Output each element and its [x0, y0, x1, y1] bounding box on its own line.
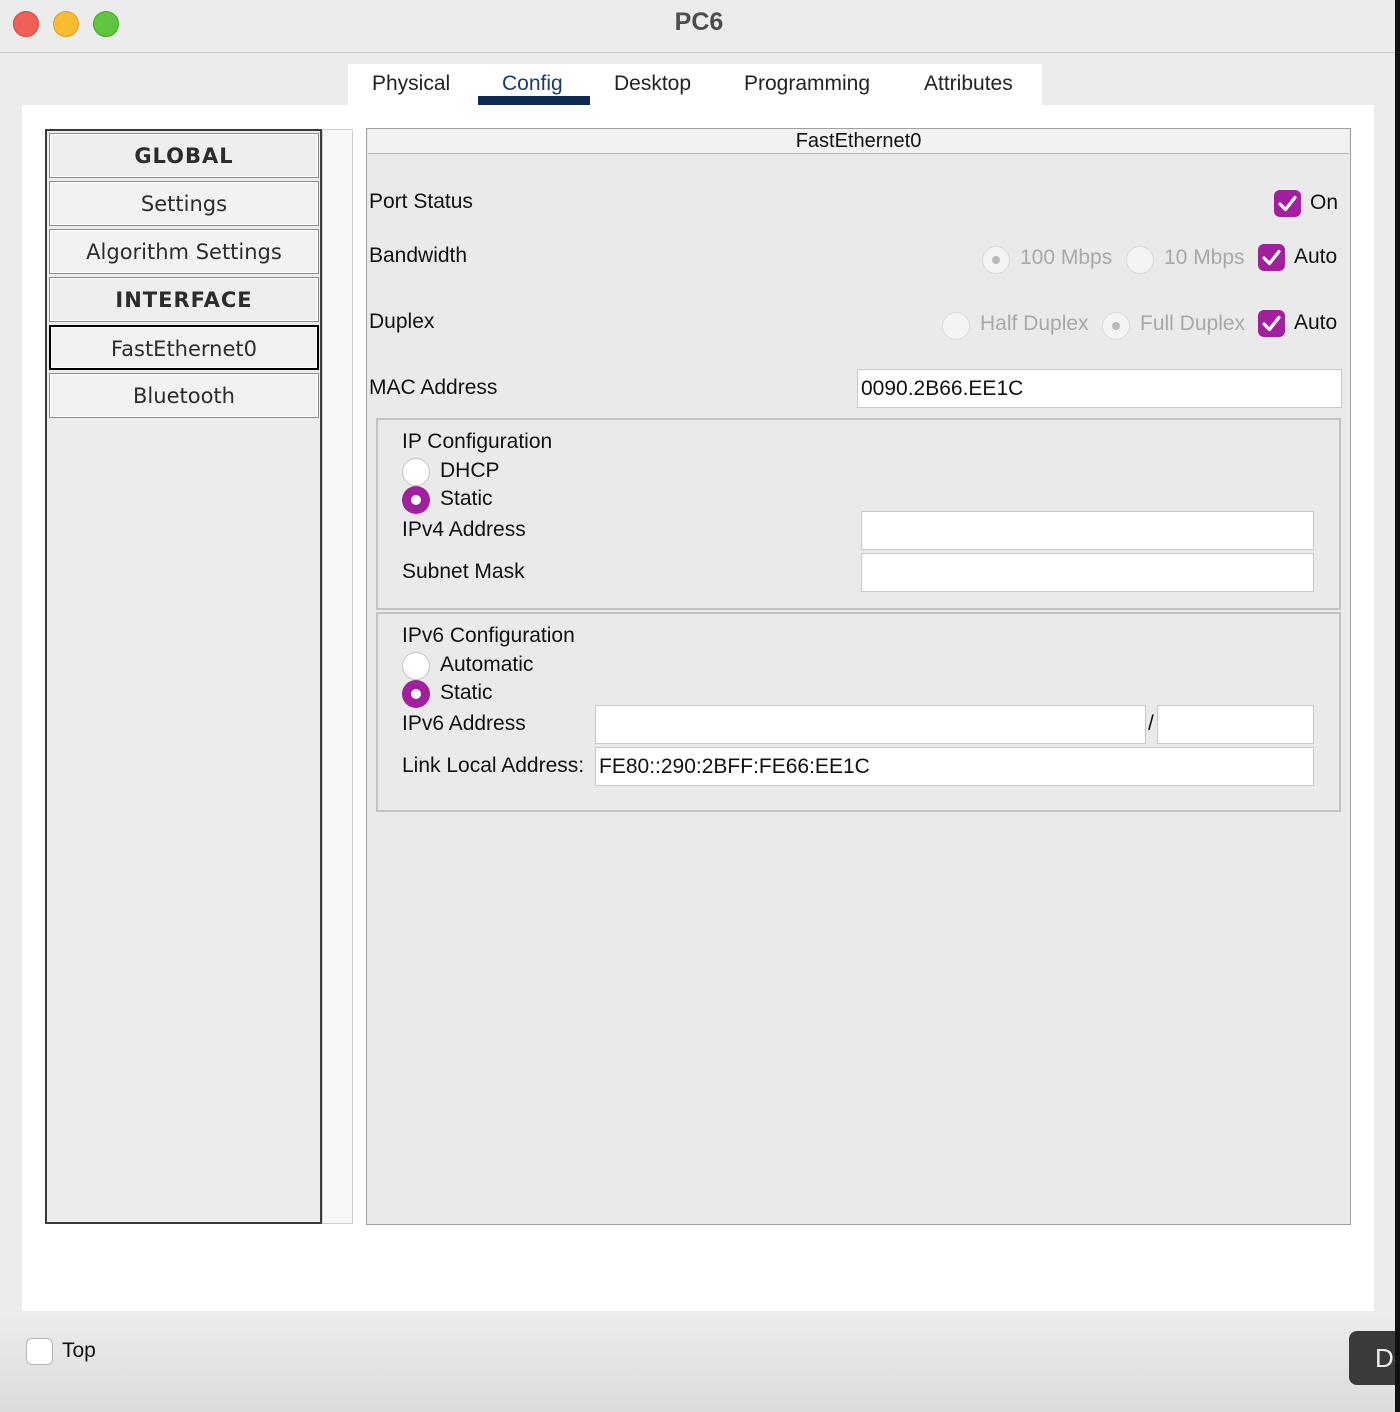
port-status-checkbox[interactable] [1274, 190, 1301, 217]
dhcp-label: DHCP [440, 459, 500, 482]
mac-address-field[interactable]: 0090.2B66.EE1C [857, 369, 1342, 408]
tab-attributes[interactable]: Attributes [924, 72, 1013, 96]
tab-programming[interactable]: Programming [744, 72, 870, 96]
ipv4-address-input[interactable] [861, 511, 1314, 550]
sidebar-scrollbar[interactable] [322, 129, 353, 1224]
bandwidth-10-label: 10 Mbps [1164, 246, 1245, 269]
ipv6-address-input[interactable] [595, 705, 1146, 744]
port-status-on-label: On [1310, 191, 1339, 214]
ipv6-prefix-separator: / [1148, 712, 1154, 735]
ipv4-address-label: IPv4 Address [402, 518, 526, 541]
duplex-label: Duplex [369, 310, 435, 333]
ipv6-prefix-input[interactable] [1157, 705, 1314, 744]
half-duplex-radio[interactable] [942, 312, 970, 340]
full-duplex-label: Full Duplex [1140, 312, 1246, 335]
ipv6-static-label: Static [440, 681, 493, 704]
link-local-address-label: Link Local Address: [402, 754, 585, 777]
checkmark-icon [1262, 315, 1281, 332]
active-tab-indicator [478, 96, 590, 105]
ipv4-static-label: Static [440, 487, 493, 510]
ip-configuration-title: IP Configuration [402, 430, 553, 453]
duplex-auto-label: Auto [1294, 311, 1338, 334]
ipv4-static-radio[interactable] [402, 486, 430, 514]
bandwidth-10-radio[interactable] [1126, 246, 1154, 274]
bottom-bar [0, 1312, 1398, 1412]
link-local-address-field[interactable]: FE80::290:2BFF:FE66:EE1C [595, 747, 1314, 786]
mac-address-label: MAC Address [369, 376, 498, 399]
dock-button[interactable]: De [1349, 1331, 1400, 1385]
port-status-label: Port Status [369, 190, 473, 213]
subnet-mask-label: Subnet Mask [402, 560, 525, 583]
tab-config[interactable]: Config [502, 72, 563, 96]
top-checkbox[interactable] [26, 1338, 53, 1365]
full-duplex-radio[interactable] [1102, 312, 1130, 340]
top-label: Top [62, 1339, 96, 1362]
ipv6-configuration-title: IPv6 Configuration [402, 624, 575, 647]
sidebar-item-bluetooth[interactable]: Bluetooth [49, 373, 319, 418]
ipv6-address-label: IPv6 Address [402, 712, 526, 735]
sidebar-item-fastethernet0[interactable]: FastEthernet0 [49, 325, 319, 370]
sidebar-header-interface: INTERFACE [49, 277, 319, 322]
ipv6-static-radio[interactable] [402, 680, 430, 708]
window-title: PC6 [674, 8, 724, 36]
sidebar-item-settings[interactable]: Settings [49, 181, 319, 226]
half-duplex-label: Half Duplex [980, 312, 1089, 335]
dhcp-radio[interactable] [402, 458, 430, 486]
duplex-auto-checkbox[interactable] [1258, 310, 1285, 337]
checkmark-icon [1278, 195, 1297, 212]
sidebar-header-global: GLOBAL [49, 133, 319, 178]
checkmark-icon [1262, 249, 1281, 266]
sidebar: GLOBAL Settings Algorithm Settings INTER… [45, 129, 322, 1224]
tab-strip: Physical Config Desktop Programming Attr… [348, 64, 1042, 106]
bandwidth-label: Bandwidth [369, 244, 468, 267]
ipv6-automatic-radio[interactable] [402, 652, 430, 680]
bandwidth-100-radio[interactable] [982, 246, 1010, 274]
tab-desktop[interactable]: Desktop [614, 72, 691, 96]
sidebar-item-algorithm-settings[interactable]: Algorithm Settings [49, 229, 319, 274]
interface-title: FastEthernet0 [368, 129, 1349, 154]
bandwidth-100-label: 100 Mbps [1020, 246, 1113, 269]
subnet-mask-input[interactable] [861, 553, 1314, 592]
ipv6-automatic-label: Automatic [440, 653, 534, 676]
window-edge [1395, 0, 1400, 1412]
tab-physical[interactable]: Physical [372, 72, 450, 96]
bandwidth-auto-label: Auto [1294, 245, 1338, 268]
bandwidth-auto-checkbox[interactable] [1258, 244, 1285, 271]
